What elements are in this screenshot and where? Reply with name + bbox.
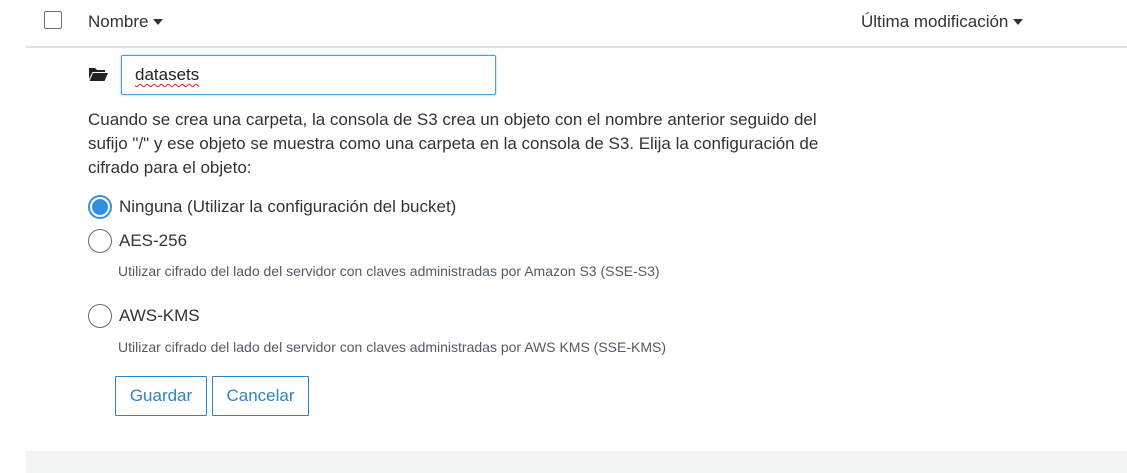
encryption-option-none[interactable]: Ninguna (Utilizar la configuración del b… — [88, 195, 456, 219]
encryption-option-awskms-label: AWS-KMS — [119, 306, 200, 325]
encryption-option-none-label: Ninguna (Utilizar la configuración del b… — [119, 197, 457, 216]
caret-down-icon — [153, 19, 164, 25]
folder-open-icon — [89, 68, 108, 81]
encryption-option-aes256-label: AES-256 — [119, 231, 188, 250]
radio-none[interactable] — [88, 195, 112, 219]
cancel-button[interactable]: Cancelar — [212, 376, 309, 416]
select-all-checkbox[interactable] — [44, 11, 62, 29]
create-folder-panel: Nombre Última modificación datasets Cuan… — [0, 0, 1127, 473]
encryption-option-awskms-help: Utilizar cifrado del lado del servidor c… — [118, 339, 667, 355]
column-header-name-label: Nombre — [88, 12, 149, 31]
radio-aes256[interactable] — [88, 229, 112, 253]
save-button[interactable]: Guardar — [115, 376, 207, 416]
folder-name-input[interactable]: datasets — [121, 55, 496, 95]
table-header: Nombre Última modificación — [26, 0, 1127, 48]
column-header-last-modified[interactable]: Última modificación — [861, 12, 1024, 32]
encryption-option-aes256[interactable]: AES-256 — [88, 229, 187, 253]
encryption-option-awskms[interactable]: AWS-KMS — [88, 304, 200, 328]
column-header-last-modified-label: Última modificación — [861, 12, 1009, 31]
radio-awskms[interactable] — [88, 304, 112, 328]
caret-down-icon — [1013, 19, 1024, 25]
column-header-name[interactable]: Nombre — [88, 12, 164, 32]
folder-description-text: Cuando se crea una carpeta, la consola d… — [88, 110, 819, 177]
folder-name-value: datasets — [135, 65, 200, 84]
table-next-row — [26, 451, 1127, 473]
encryption-option-aes256-help: Utilizar cifrado del lado del servidor c… — [118, 263, 660, 279]
